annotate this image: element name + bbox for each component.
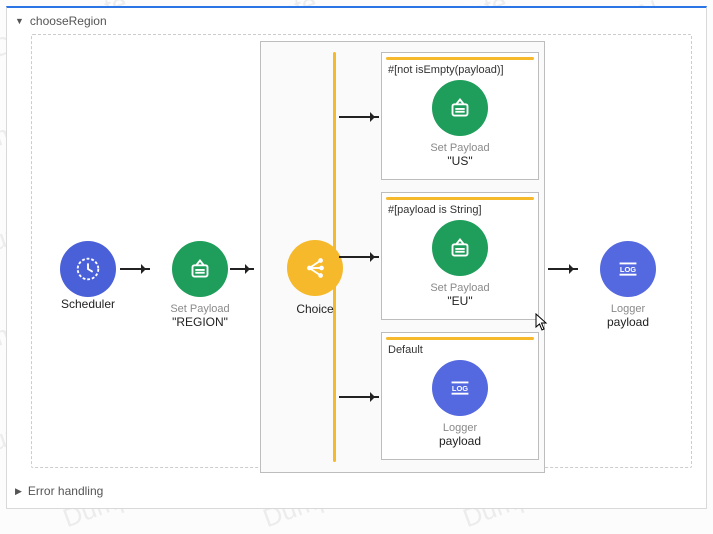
logger-icon: LOG [432,360,488,416]
node-set-payload-region[interactable]: Set Payload "REGION" [152,241,248,329]
caret-right-icon: ▶ [15,486,22,497]
flow-header[interactable]: ▼ chooseRegion [7,8,706,30]
svg-text:LOG: LOG [620,265,636,274]
set-payload-region-label2: "REGION" [152,315,248,329]
branch-not-empty: #[not isEmpty(payload)] Set Payload "US" [381,52,539,180]
flow-inner-container: Scheduler Set Payload "REGION" [31,34,692,468]
node-set-payload-us[interactable]: Set Payload "US" [382,80,538,168]
node-logger-default[interactable]: LOG Logger payload [382,360,538,448]
scheduler-label: Scheduler [40,297,136,311]
flow-name: chooseRegion [30,14,107,28]
arrow [339,396,379,398]
branch3-label1: Logger [382,422,538,434]
branch1-label2: "US" [382,154,538,168]
choice-container: Choice #[not isEmpty(payload)] Set Paylo… [260,41,545,473]
arrow [339,116,379,118]
cursor-icon [535,313,549,331]
branch2-label2: "EU" [382,294,538,308]
logger-final-label1: Logger [580,303,676,315]
choice-label: Choice [267,302,363,316]
branch3-condition: Default [382,340,538,356]
node-logger-final[interactable]: LOG Logger payload [580,241,676,329]
node-scheduler[interactable]: Scheduler [40,241,136,311]
logger-icon: LOG [600,241,656,297]
logger-final-label2: payload [580,315,676,329]
caret-down-icon: ▼ [15,16,24,26]
node-set-payload-eu[interactable]: Set Payload "EU" [382,220,538,308]
svg-text:LOG: LOG [452,384,468,393]
error-handling-header[interactable]: ▶ Error handling [15,484,103,498]
set-payload-icon [432,220,488,276]
branch-is-string: #[payload is String] Set Payload "EU" [381,192,539,320]
branch2-label1: Set Payload [382,282,538,294]
set-payload-icon [172,241,228,297]
flow-canvas[interactable]: Scheduler Set Payload "REGION" [32,35,691,467]
flow-outer-container: ▼ chooseRegion Scheduler Set Payload "RE… [6,6,707,509]
arrow [120,268,150,270]
arrow [230,268,254,270]
arrow [339,256,379,258]
arrow [548,268,578,270]
scheduler-icon [60,241,116,297]
set-payload-region-label1: Set Payload [152,303,248,315]
branch1-condition: #[not isEmpty(payload)] [382,60,538,76]
set-payload-icon [432,80,488,136]
node-choice[interactable]: Choice [267,240,363,316]
branch3-label2: payload [382,434,538,448]
branch1-label1: Set Payload [382,142,538,154]
branch2-condition: #[payload is String] [382,200,538,216]
choice-icon [287,240,343,296]
error-handling-label: Error handling [28,484,103,498]
branch-default: Default LOG Logger payload [381,332,539,460]
